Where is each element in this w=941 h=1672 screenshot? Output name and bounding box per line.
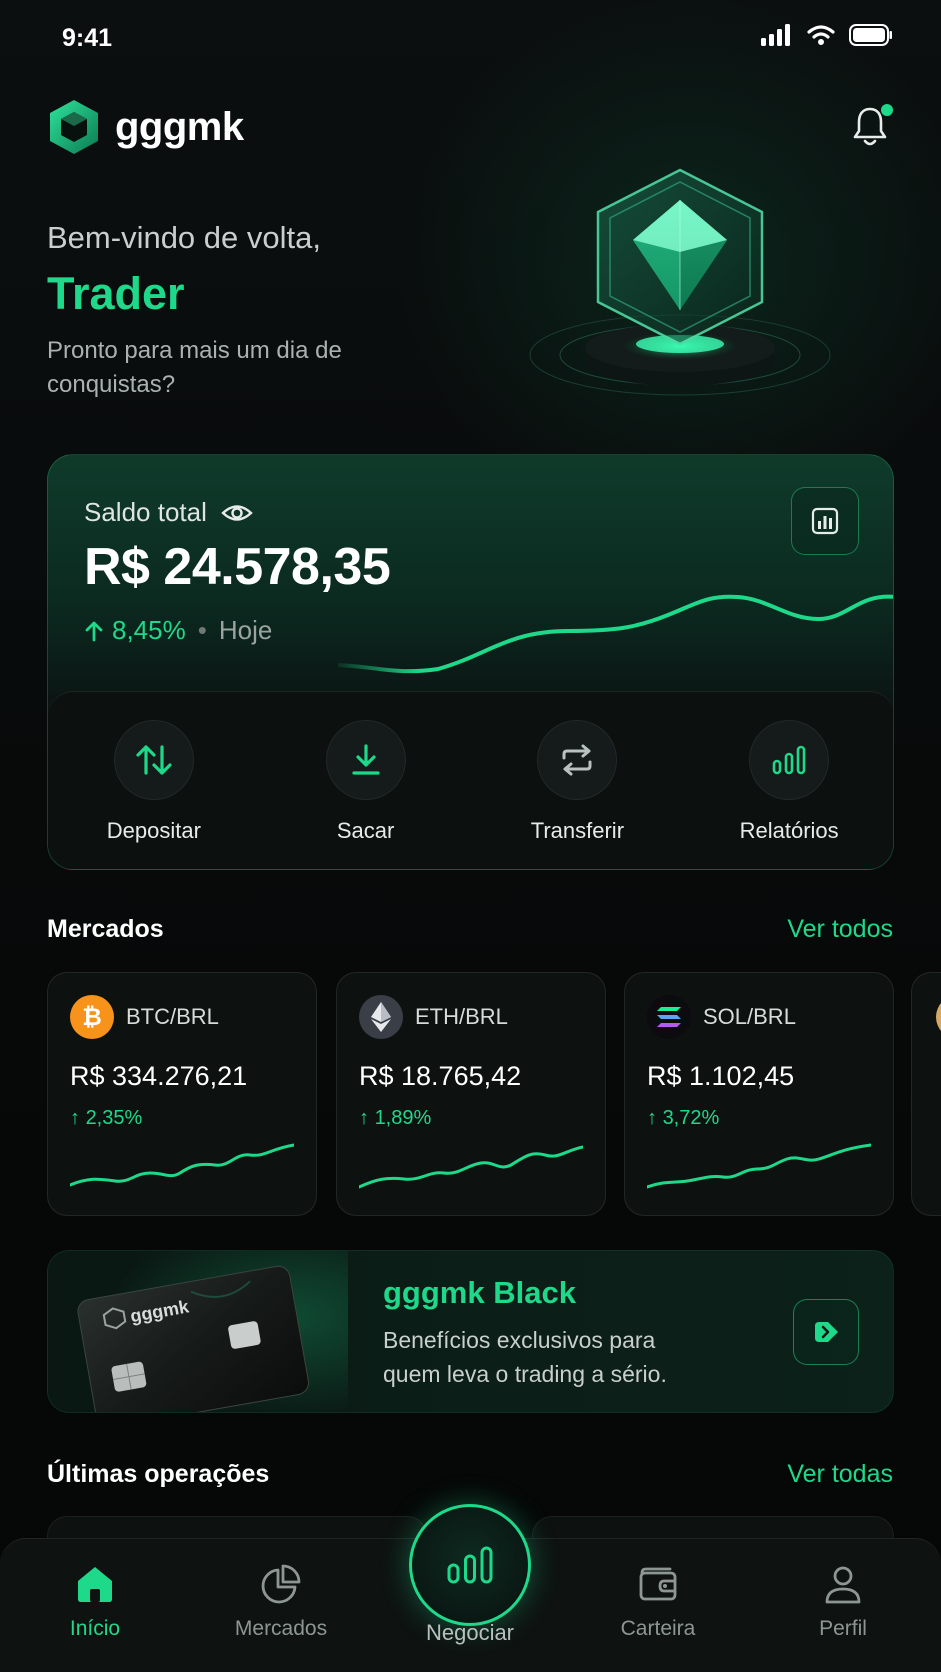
operations-title: Últimas operações: [47, 1460, 270, 1488]
nav-item-home[interactable]: Início: [25, 1563, 165, 1641]
bar-chart-icon: [772, 745, 806, 775]
market-sparkline: [647, 1143, 871, 1189]
download-icon: [352, 744, 380, 775]
bitcoin-icon: ₿: [70, 995, 114, 1039]
home-icon: [78, 1567, 112, 1602]
nav-label: Perfil: [819, 1617, 867, 1640]
action-circle: [325, 720, 406, 800]
greeting-text: Bem-vindo de volta,: [47, 220, 321, 255]
bar-chart-icon: [447, 1546, 493, 1584]
market-card-header: ₿ BTC/BRL: [70, 995, 219, 1039]
market-sparkline: [359, 1145, 583, 1189]
wallet-icon: [639, 1567, 677, 1601]
action-circle: [113, 720, 194, 800]
market-card-sol[interactable]: SOL/BRL R$ 1.102,45 ↑ 3,72%: [624, 972, 894, 1216]
action-label: Depositar: [106, 818, 201, 843]
action-label: Sacar: [336, 818, 395, 843]
status-icons: [761, 24, 893, 46]
markets-title: Mercados: [47, 915, 164, 943]
market-pair: SOL/BRL: [703, 1004, 796, 1029]
user-icon: [825, 1566, 861, 1604]
action-label: Transferir: [530, 818, 625, 843]
pie-chart-icon: [261, 1564, 301, 1604]
trade-fab-button[interactable]: [409, 1504, 531, 1626]
quick-actions: Depositar Sacar Transferir Relatórios: [48, 691, 893, 869]
action-deposit[interactable]: Depositar: [48, 692, 260, 869]
ethereum-icon: [359, 995, 403, 1039]
market-pair: ETH/BRL: [415, 1004, 508, 1029]
market-change-row: ↑ 2,35%: [70, 1107, 143, 1129]
solana-icon: [647, 995, 691, 1039]
deposit-arrows-icon: [136, 745, 172, 775]
app-screen: 9:41 gggmk Bem-vindo de volta, Trader Pr…: [0, 0, 941, 1672]
trade-fab-label: Negociar: [425, 1620, 515, 1645]
transfer-icon: [562, 744, 592, 776]
nav-label: Mercados: [234, 1617, 328, 1640]
market-price: R$ 18.765,42: [359, 1061, 522, 1091]
promo-title: gggmk Black: [383, 1275, 576, 1310]
promo-arrow-button[interactable]: [793, 1299, 859, 1365]
promo-banner[interactable]: gggmk gggmk Black Benefícios exclusivos …: [47, 1250, 894, 1413]
balance-card: Saldo total R$ 24.578,35 8,45% • Hoje De…: [47, 454, 894, 870]
balance-label-row: Saldo total: [84, 497, 253, 528]
markets-see-all-link[interactable]: Ver todos: [787, 915, 893, 944]
hexagon-logo-icon: [50, 100, 98, 154]
signal-icon: [761, 24, 790, 46]
market-sparkline: [70, 1143, 294, 1187]
market-price: R$ 334.276,21: [70, 1061, 248, 1091]
logo-text: gggmk: [115, 104, 244, 149]
balance-trend-chart: [338, 594, 893, 674]
user-name: Trader: [47, 268, 185, 319]
action-transfer[interactable]: Transferir: [472, 692, 684, 869]
arrow-up-icon: [85, 621, 103, 641]
nav-item-profile[interactable]: Perfil: [773, 1563, 913, 1641]
separator-dot: •: [197, 615, 207, 645]
coin-icon: [936, 995, 941, 1039]
market-card-header: SOL/BRL: [647, 995, 796, 1039]
crystal-illustration: [529, 168, 831, 396]
nav-label: Início: [69, 1617, 121, 1640]
market-change: 3,72%: [662, 1107, 720, 1129]
balance-period: Hoje: [218, 615, 273, 645]
action-circle: [537, 720, 618, 800]
status-time: 9:41: [62, 24, 113, 52]
eye-icon[interactable]: [221, 502, 253, 524]
market-price: R$ 1.102,45: [647, 1061, 795, 1091]
hero-subtitle: Pronto para mais um dia de conquistas?: [47, 337, 342, 398]
battery-icon: [849, 24, 892, 46]
market-change-row: ↑ 3,72%: [647, 1107, 720, 1129]
wifi-icon: [807, 25, 835, 45]
promo-description: Benefícios exclusivos para quem leva o t…: [383, 1327, 667, 1387]
report-chart-icon: [811, 507, 839, 535]
brand-logo[interactable]: gggmk: [47, 98, 244, 156]
market-change: 1,89%: [374, 1107, 432, 1129]
operations-see-all-link[interactable]: Ver todas: [787, 1460, 893, 1489]
balance-change-row: 8,45% • Hoje: [84, 615, 272, 646]
market-change-row: ↑ 1,89%: [359, 1107, 432, 1129]
arrow-right-icon: [815, 1322, 838, 1342]
market-pair: BTC/BRL: [126, 1004, 219, 1029]
balance-label: Saldo total: [84, 497, 207, 527]
nav-item-markets[interactable]: Mercados: [211, 1563, 351, 1641]
action-circle: [749, 720, 830, 800]
market-card-btc[interactable]: ₿ BTC/BRL R$ 334.276,21 ↑ 2,35%: [47, 972, 317, 1216]
market-card-peek[interactable]: [911, 972, 941, 1216]
balance-change: 8,45%: [112, 615, 186, 645]
action-withdraw[interactable]: Sacar: [260, 692, 472, 869]
market-card-eth[interactable]: ETH/BRL R$ 18.765,42 ↑ 1,89%: [336, 972, 606, 1216]
balance-report-button[interactable]: [791, 487, 859, 555]
nav-item-wallet[interactable]: Carteira: [588, 1563, 728, 1641]
nav-label: Carteira: [620, 1617, 696, 1640]
action-label: Relatórios: [739, 818, 839, 843]
svg-text:₿: ₿: [82, 1003, 102, 1031]
black-card-illustration: gggmk: [48, 1251, 348, 1412]
notification-dot: [881, 104, 893, 116]
action-reports[interactable]: Relatórios: [683, 692, 893, 869]
market-card-header: ETH/BRL: [359, 995, 508, 1039]
market-change: 2,35%: [85, 1107, 143, 1129]
